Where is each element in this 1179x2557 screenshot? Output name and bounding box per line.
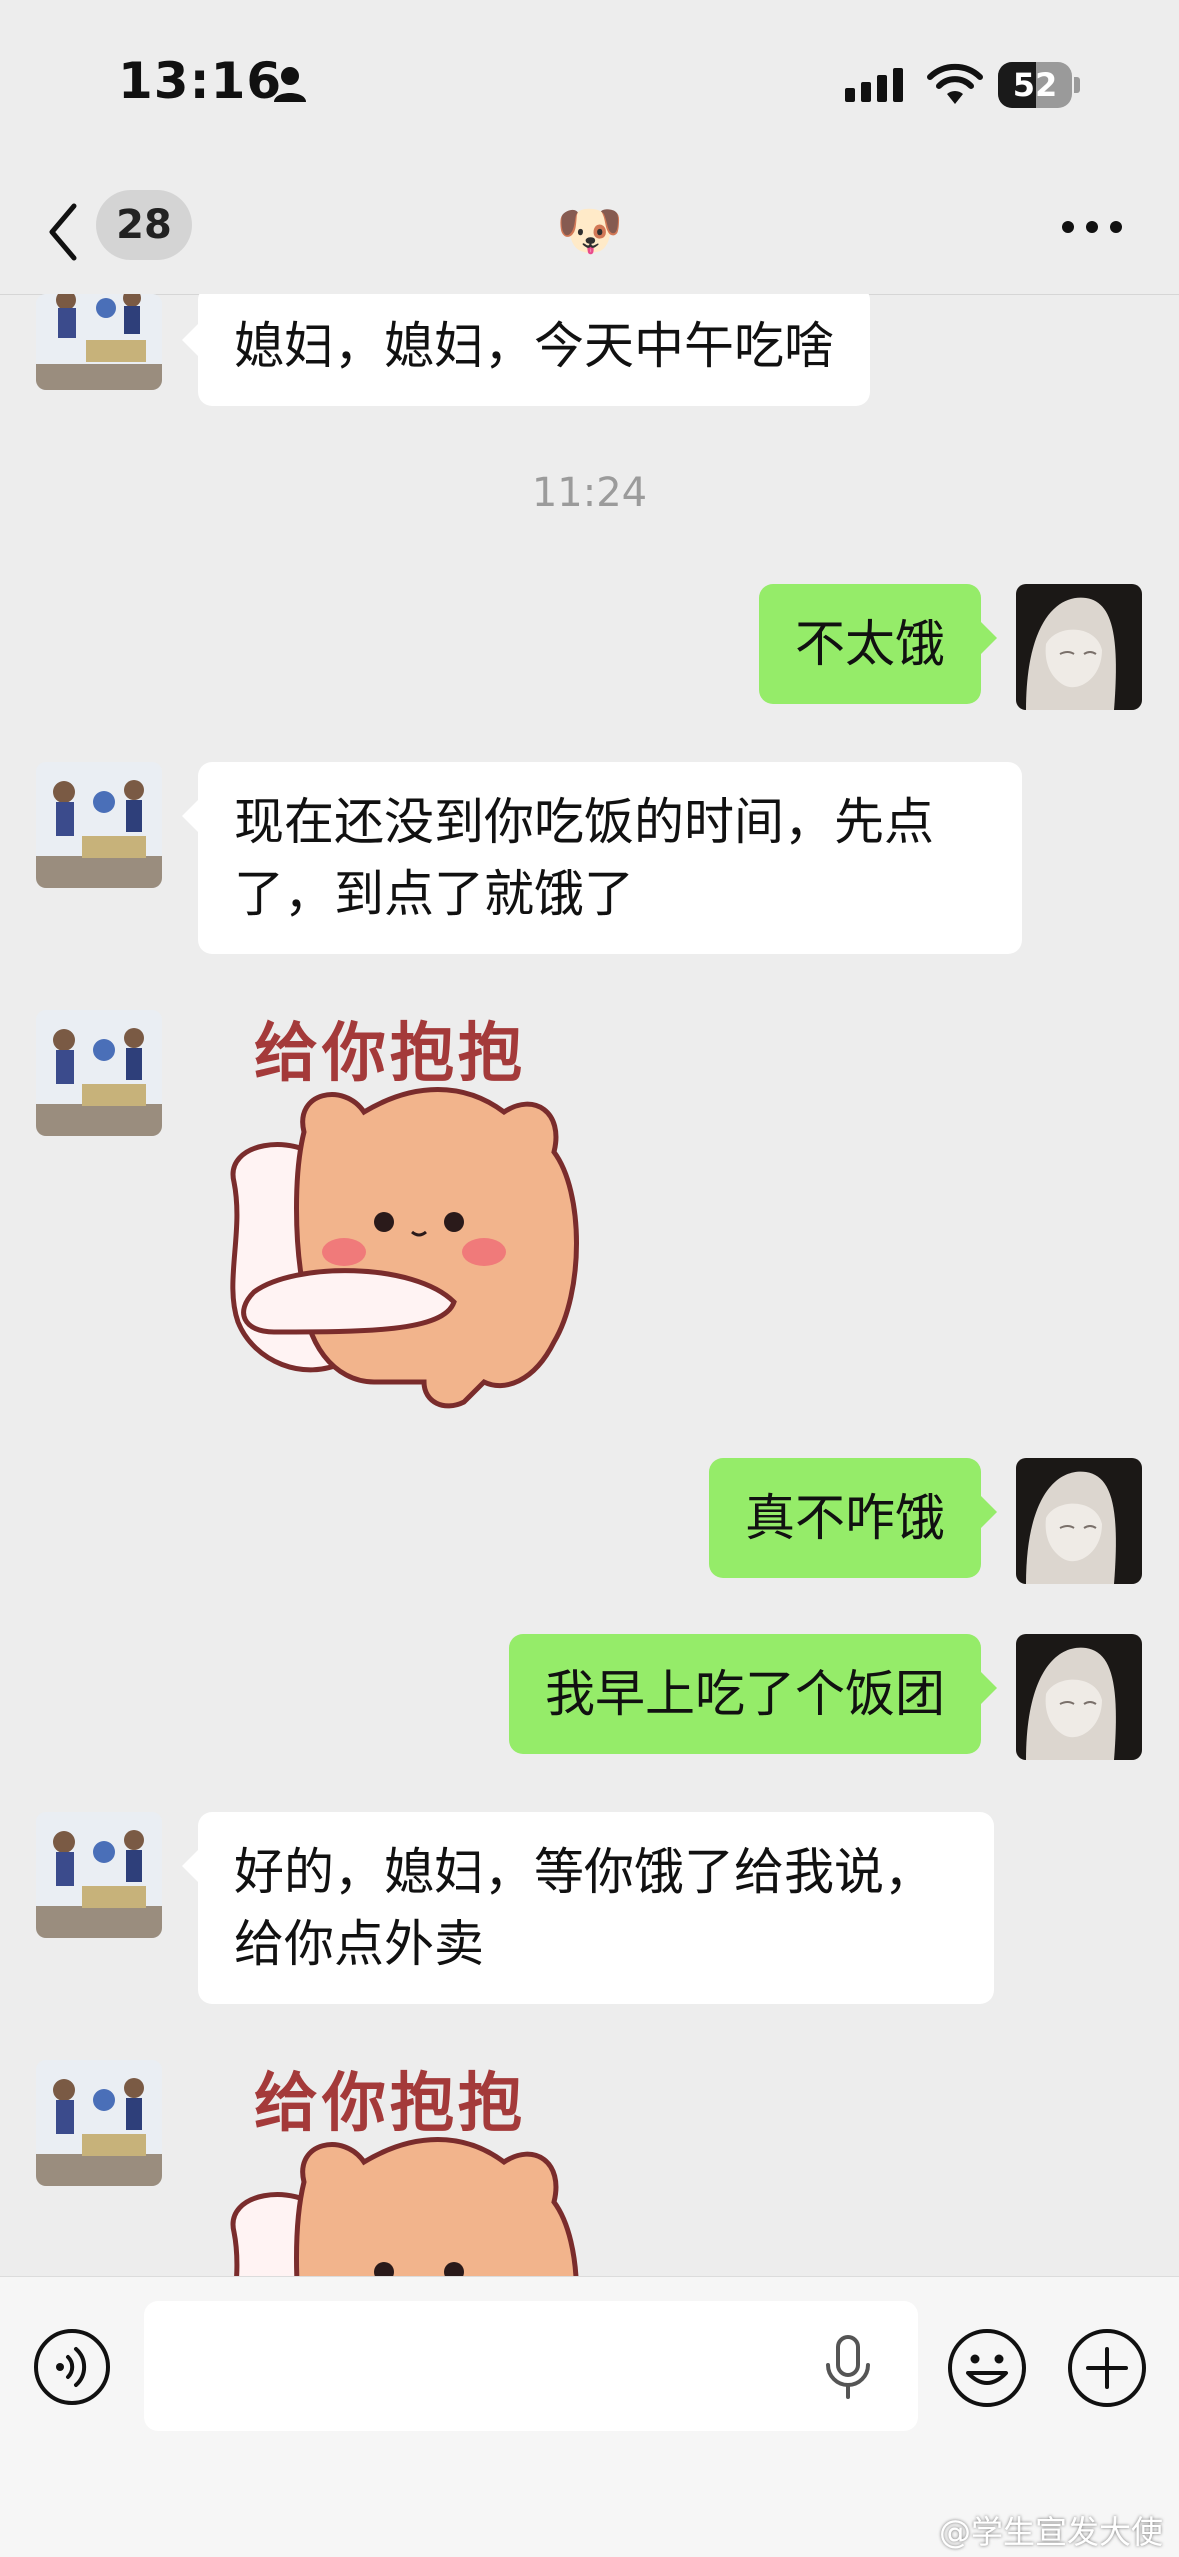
message-bubble-outgoing[interactable]: 真不咋饿	[709, 1458, 997, 1578]
message-text: 不太饿	[795, 615, 945, 673]
message-text-line: 好的，媳妇，等你饿了给我说，	[234, 1843, 934, 1901]
contact-avatar[interactable]	[36, 762, 162, 888]
microphone-icon[interactable]	[820, 2333, 876, 2403]
more-options-icon[interactable]	[1060, 212, 1124, 242]
message-bubble-incoming[interactable]: 好的，媳妇，等你饿了给我说， 给你点外卖	[182, 1812, 994, 2004]
status-time: 13:16	[118, 52, 283, 110]
my-avatar[interactable]	[1016, 584, 1142, 710]
message-text-line: 给你点外卖	[234, 1915, 484, 1973]
unread-count-badge[interactable]: 28	[96, 190, 192, 260]
contact-avatar[interactable]	[36, 1010, 162, 1136]
contact-avatar[interactable]	[36, 2060, 162, 2186]
hugging-bear-sticker	[230, 2137, 579, 2276]
message-text: 我早上吃了个饭团	[545, 1665, 945, 1723]
add-attachment-icon[interactable]	[1066, 2327, 1148, 2409]
message-bubble-outgoing[interactable]: 我早上吃了个饭团	[509, 1634, 997, 1754]
contact-avatar[interactable]	[36, 1812, 162, 1938]
sticker-message[interactable]: 给你抱抱	[214, 1002, 614, 1422]
voice-input-icon[interactable]	[32, 2327, 112, 2407]
my-avatar[interactable]	[1016, 1634, 1142, 1760]
emoji-icon[interactable]	[946, 2327, 1028, 2409]
cellular-signal-icon	[845, 68, 903, 102]
message-text-line: 了，到点了就饿了	[234, 865, 634, 923]
message-text: 真不咋饿	[745, 1489, 945, 1547]
battery-indicator: 52	[998, 62, 1080, 108]
message-list[interactable]: 媳妇，媳妇，今天中午吃啥 11:24 不太饿 现在还没到你吃饭的时间，先点 了，…	[0, 294, 1179, 2276]
hugging-bear-sticker	[230, 1087, 579, 1409]
back-chevron-icon[interactable]	[44, 200, 84, 264]
message-text: 媳妇，媳妇，今天中午吃啥	[234, 317, 834, 375]
message-text-line: 现在还没到你吃饭的时间，先点	[234, 793, 934, 851]
battery-level: 52	[1012, 66, 1058, 104]
message-bubble-outgoing[interactable]: 不太饿	[759, 584, 997, 704]
message-input[interactable]	[144, 2301, 918, 2431]
message-bubble-incoming[interactable]: 现在还没到你吃饭的时间，先点 了，到点了就饿了	[182, 762, 1022, 954]
input-bar: @学生宣发大使	[0, 2276, 1179, 2557]
contact-avatar[interactable]	[36, 294, 162, 390]
chat-header: 28 🐶	[0, 170, 1179, 295]
person-icon	[274, 67, 306, 102]
wifi-icon	[927, 63, 983, 104]
message-timestamp: 11:24	[531, 470, 648, 516]
message-bubble-incoming[interactable]: 媳妇，媳妇，今天中午吃啥	[182, 294, 870, 406]
status-bar: 13:16 52	[0, 0, 1179, 170]
sticker-message[interactable]: 给你抱抱	[214, 2052, 614, 2276]
watermark: @学生宣发大使	[938, 2513, 1163, 2551]
my-avatar[interactable]	[1016, 1458, 1142, 1584]
chat-title: 🐶	[556, 199, 624, 262]
